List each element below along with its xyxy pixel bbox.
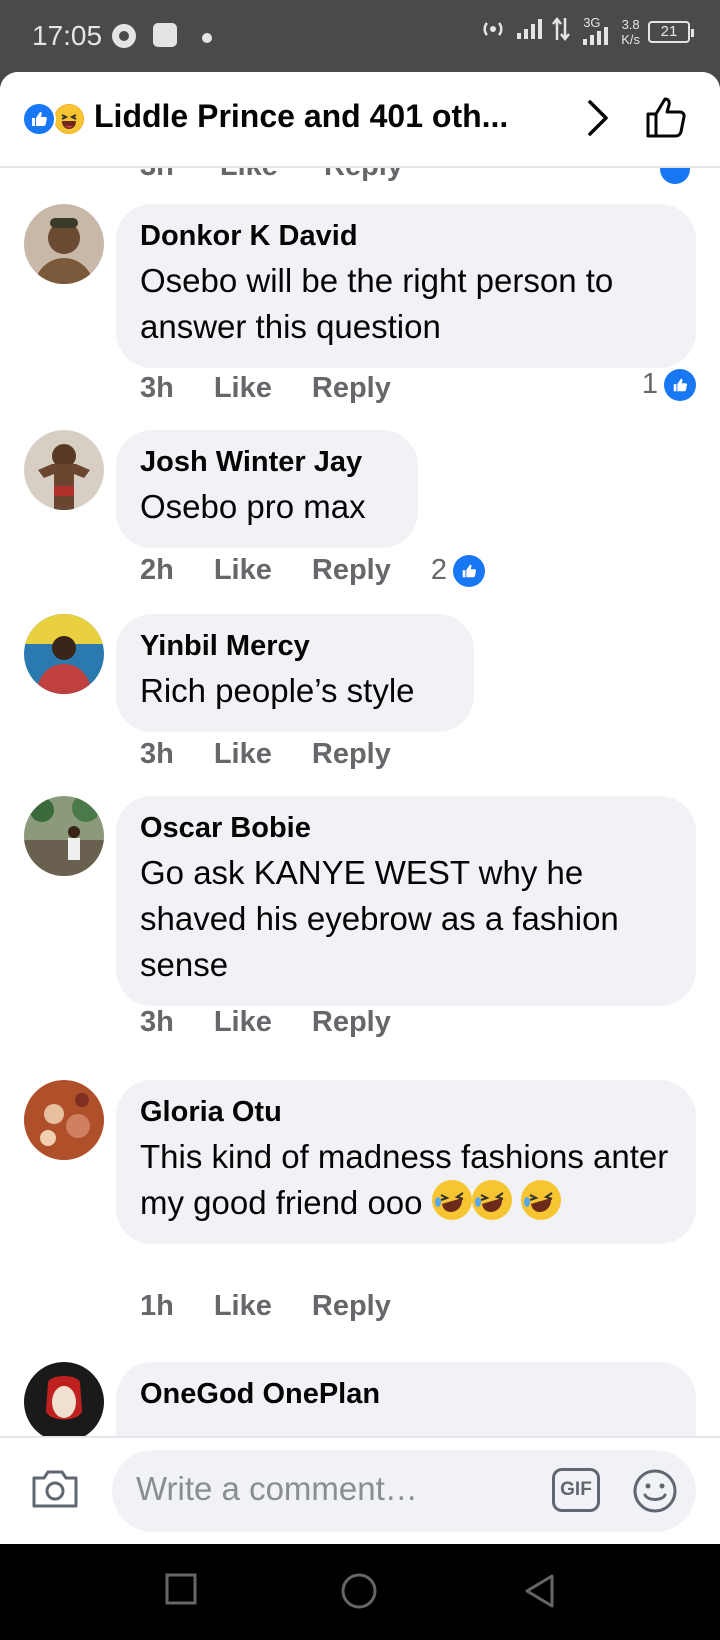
reaction-count[interactable]: 2 [431, 554, 485, 587]
like-icon [453, 554, 485, 587]
comment-time: 3h [140, 372, 174, 404]
hotspot-icon [479, 17, 507, 47]
gif-button[interactable]: GIF [552, 1468, 600, 1512]
comment-actions: 3h Like Reply [140, 1006, 431, 1039]
comment-bubble[interactable]: Oscar Bobie Go ask KANYE WEST why he sha… [116, 796, 696, 1006]
reply-button[interactable]: Reply [312, 372, 391, 405]
reaction-summary[interactable] [22, 102, 88, 138]
comment-text: This kind of madness fashions anter my g… [140, 1138, 669, 1221]
comment-bubble[interactable]: Donkor K David Osebo will be the right p… [116, 204, 696, 368]
like-button[interactable]: Like [214, 372, 272, 405]
signal-3g-icon: 3G [579, 15, 613, 47]
comment-time: 2h [140, 554, 174, 586]
battery-indicator: 21 [648, 21, 694, 43]
comment-text: Osebo pro max [140, 488, 366, 525]
reply-button[interactable]: Reply [312, 1006, 391, 1039]
comment-actions: 3h Like Reply [140, 372, 431, 405]
thumbs-up-outline-icon[interactable] [644, 94, 690, 145]
reactions-header: Liddle Prince and 401 oth... [0, 72, 720, 168]
network-speed: 3.8 K/s [621, 17, 640, 47]
comment-input-placeholder: Write a comment… [136, 1470, 418, 1507]
like-button[interactable]: Like [214, 554, 272, 587]
recents-icon[interactable] [164, 1572, 198, 1611]
avatar[interactable] [24, 796, 104, 876]
comment-text: Go ask KANYE WEST why he shaved his eyeb… [140, 854, 619, 983]
like-button[interactable]: Like [214, 738, 272, 771]
status-time: 17:05 [32, 20, 103, 51]
status-right: 3G 3.8 K/s 21 [479, 15, 694, 48]
like-icon [22, 102, 56, 136]
comment-bubble[interactable]: Yinbil Mercy Rich people’s style [116, 614, 474, 732]
reply-button[interactable]: Reply [312, 554, 391, 587]
partial-comment-actions: 3h Like Reply [140, 168, 441, 183]
avatar[interactable] [24, 430, 104, 510]
reply-button[interactable]: Reply [312, 1290, 391, 1323]
avatar[interactable] [24, 1362, 104, 1442]
haha-icon [52, 102, 86, 136]
reaction-count[interactable]: 1 [642, 368, 696, 401]
home-icon[interactable] [340, 1572, 378, 1615]
comments-list[interactable]: 3h Like Reply Donkor K David Osebo will … [0, 168, 720, 1508]
comment-actions: 1h Like Reply [140, 1290, 431, 1323]
rolling-laughing-emoji-icon [520, 1180, 561, 1220]
rolling-laughing-emoji-icon [471, 1180, 512, 1220]
comment-bubble[interactable]: Josh Winter Jay Osebo pro max [116, 430, 418, 548]
rolling-laughing-emoji-icon [431, 1180, 472, 1220]
comment-author[interactable]: Josh Winter Jay [140, 444, 394, 480]
comment-author[interactable]: Oscar Bobie [140, 810, 672, 846]
comment-actions: 2h Like Reply 2 [140, 554, 485, 587]
system-nav-bar [0, 1544, 720, 1640]
comments-sheet: Liddle Prince and 401 oth... 3h Like Rep… [0, 72, 720, 1544]
status-bar: 17:05 3G 3.8 K/s 21 [0, 0, 720, 72]
chrome-icon [110, 22, 138, 55]
avatar[interactable] [24, 1080, 104, 1160]
emoji-icon[interactable] [632, 1468, 678, 1519]
data-transfer-icon [551, 16, 571, 48]
comment-composer: Write a comment… GIF [0, 1436, 720, 1544]
camera-icon[interactable] [30, 1466, 80, 1515]
comment-actions: 3h Like Reply [140, 738, 431, 771]
comment-input[interactable]: Write a comment… GIF [112, 1450, 696, 1532]
back-icon[interactable] [522, 1572, 556, 1615]
comment-author[interactable]: Donkor K David [140, 218, 672, 254]
comment-text: Rich people’s style [140, 672, 415, 709]
comment-author[interactable]: Gloria Otu [140, 1094, 672, 1130]
comment-text: Osebo will be the right person to answer… [140, 262, 614, 345]
avatar[interactable] [24, 204, 104, 284]
signal-icon [515, 17, 543, 47]
comment-author[interactable]: Yinbil Mercy [140, 628, 450, 664]
comment-time: 3h [140, 1006, 174, 1038]
header-title[interactable]: Liddle Prince and 401 oth... [94, 98, 508, 135]
comment-bubble[interactable]: Gloria Otu This kind of madness fashions… [116, 1080, 696, 1244]
dot-icon [202, 30, 212, 48]
comment-author[interactable]: OneGod OnePlan [140, 1376, 672, 1412]
reply-button[interactable]: Reply [312, 738, 391, 771]
app-icon [152, 22, 178, 53]
like-badge-icon [660, 168, 690, 184]
comment-time: 1h [140, 1290, 174, 1322]
like-icon [664, 368, 696, 401]
like-button[interactable]: Like [214, 1290, 272, 1323]
like-button[interactable]: Like [214, 1006, 272, 1039]
avatar[interactable] [24, 614, 104, 694]
chevron-right-icon[interactable] [580, 98, 616, 143]
comment-time: 3h [140, 738, 174, 770]
